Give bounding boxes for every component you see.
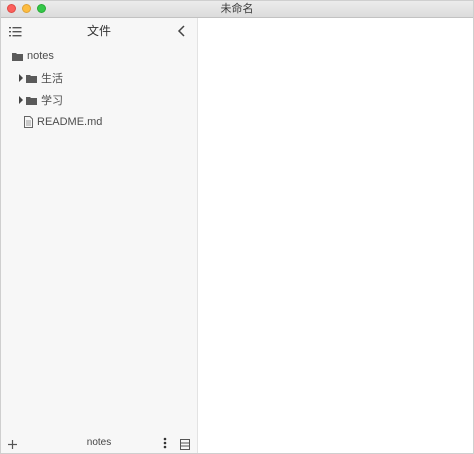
app-window: 未命名 文件 notes 生活 学习 README.md notes	[0, 0, 474, 454]
folder-icon	[12, 52, 23, 61]
sidebar-footer: notes	[1, 433, 197, 453]
sidebar-title: 文件	[86, 24, 111, 38]
caret-right-icon[interactable]	[18, 74, 24, 82]
tree-item-readme[interactable]: README.md	[24, 112, 102, 132]
file-sidebar: 文件 notes 生活 学习 README.md notes	[1, 18, 198, 453]
title-bar[interactable]: 未命名	[1, 1, 473, 18]
window-title: 未命名	[220, 3, 254, 15]
vertical-ellipsis-icon[interactable]	[161, 436, 169, 450]
sidebar-header: 文件	[1, 18, 197, 44]
tree-item-label: README.md	[37, 116, 103, 128]
caret-right-icon[interactable]	[18, 96, 24, 104]
folder-icon	[26, 74, 37, 83]
editor-area[interactable]	[198, 18, 473, 453]
tree-item-label: 生活	[41, 73, 63, 85]
tree-item-life[interactable]: 生活	[18, 68, 63, 88]
tree-item-label: notes	[27, 50, 54, 62]
tree-item-label: 学习	[41, 95, 63, 107]
list-view-icon[interactable]	[180, 437, 190, 450]
document-icon	[24, 116, 33, 128]
tree-item-notes[interactable]: notes	[12, 46, 54, 66]
chevron-left-icon[interactable]	[176, 24, 188, 38]
folder-icon	[26, 96, 37, 105]
tree-item-study[interactable]: 学习	[18, 90, 63, 110]
